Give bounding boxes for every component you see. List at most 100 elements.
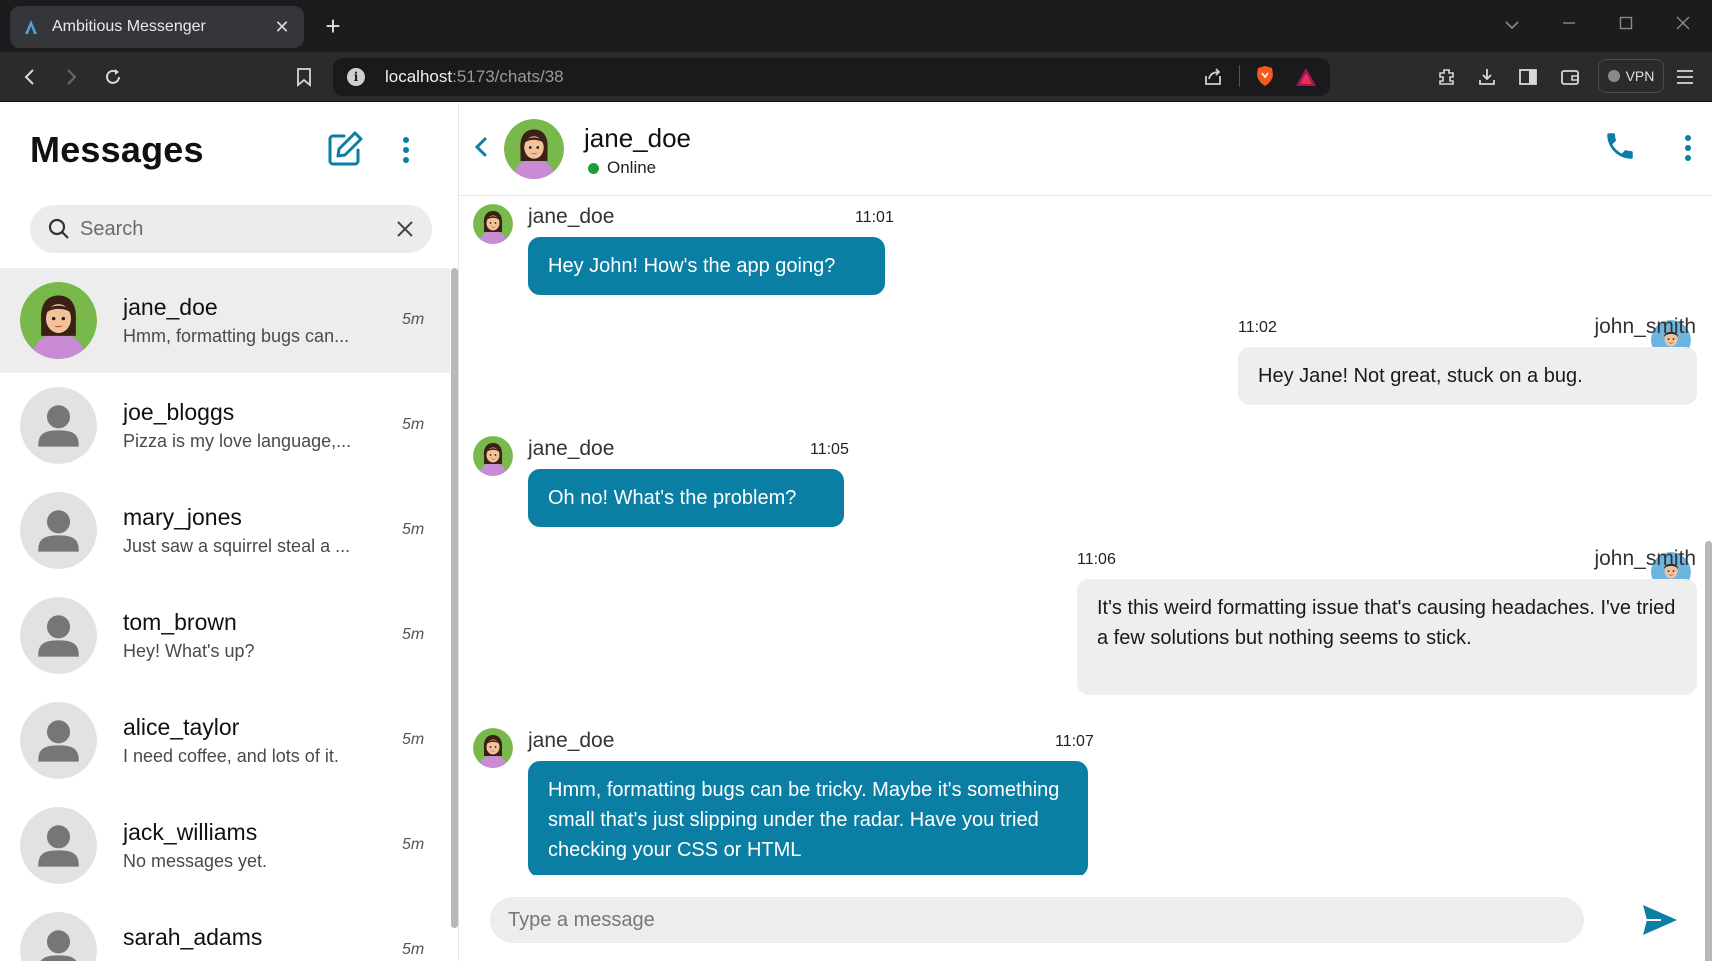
chat-sidebar: Messages Search jane_doe Hmm, formatting… bbox=[0, 103, 459, 961]
browser-tab[interactable]: Ambitious Messenger ✕ bbox=[10, 6, 304, 48]
new-tab-button[interactable]: + bbox=[318, 10, 348, 42]
contact-status: Online bbox=[588, 158, 656, 178]
sender-avatar bbox=[473, 204, 513, 244]
chat-preview: I need coffee, and lots of it. bbox=[123, 746, 339, 766]
chat-name: mary_jones bbox=[123, 504, 242, 530]
send-icon bbox=[1643, 905, 1677, 935]
messenger-app: Messages Search jane_doe Hmm, formatting… bbox=[0, 103, 1712, 961]
message-outgoing: john_smith 11:06 It's this weird formatt… bbox=[460, 539, 1712, 699]
chat-menu-button[interactable] bbox=[1678, 131, 1698, 165]
close-window-icon[interactable] bbox=[1663, 8, 1703, 40]
back-button[interactable] bbox=[472, 135, 492, 159]
address-bar[interactable]: i localhost:5173/chats/38 bbox=[333, 58, 1330, 96]
tab-search-icon[interactable] bbox=[1492, 8, 1532, 40]
message-outgoing: john_smith 11:02 Hey Jane! Not great, st… bbox=[460, 307, 1712, 407]
avatar bbox=[20, 597, 97, 674]
chat-list: jane_doe Hmm, formatting bugs can... 5m … bbox=[0, 268, 450, 961]
sidebar-scrollbar[interactable] bbox=[451, 268, 458, 928]
wallet-icon[interactable] bbox=[1554, 61, 1586, 93]
site-info-icon[interactable]: i bbox=[347, 68, 365, 86]
contact-avatar[interactable] bbox=[504, 119, 564, 179]
chat-list-item[interactable]: joe_bloggs Pizza is my love language,...… bbox=[0, 373, 450, 478]
message-incoming: jane_doe 11:07 Hmm, formatting bugs can … bbox=[460, 721, 1712, 875]
search-input[interactable]: Search bbox=[80, 218, 396, 241]
extensions-icon[interactable] bbox=[1431, 61, 1463, 93]
back-icon[interactable] bbox=[14, 61, 46, 93]
chat-preview: Hey! What's up? bbox=[123, 641, 255, 661]
message-bubble: It's this weird formatting issue that's … bbox=[1077, 579, 1697, 695]
message-composer bbox=[460, 883, 1712, 961]
message-bubble: Oh no! What's the problem? bbox=[528, 469, 844, 527]
sender-name: jane_doe bbox=[528, 729, 615, 752]
new-message-button[interactable] bbox=[326, 130, 364, 168]
more-vertical-icon bbox=[403, 137, 409, 163]
avatar bbox=[20, 387, 97, 464]
search-icon bbox=[48, 218, 69, 239]
sidebar-menu-button[interactable] bbox=[396, 133, 416, 167]
contact-name: jane_doe bbox=[584, 123, 691, 153]
brave-shields-icon[interactable] bbox=[1255, 65, 1275, 92]
message-incoming: jane_doe 11:01 Hey John! How's the app g… bbox=[460, 197, 1712, 297]
message-input[interactable] bbox=[490, 897, 1584, 943]
message-bubble: Hey Jane! Not great, stuck on a bug. bbox=[1238, 347, 1697, 405]
chat-time: 5m bbox=[402, 941, 425, 958]
chat-preview: Just saw a squirrel steal a ... bbox=[123, 536, 351, 556]
brave-rewards-icon[interactable] bbox=[1295, 67, 1317, 92]
chat-preview: Pizza is my love language,... bbox=[123, 431, 352, 451]
message-bubble: Hey John! How's the app going? bbox=[528, 237, 885, 295]
chat-list-item[interactable]: mary_jones Just saw a squirrel steal a .… bbox=[0, 478, 450, 583]
message-time: 11:05 bbox=[810, 441, 849, 458]
sidebar-title: Messages bbox=[30, 129, 204, 170]
clear-search-icon[interactable] bbox=[396, 220, 414, 238]
avatar bbox=[20, 702, 97, 779]
forward-icon[interactable] bbox=[55, 61, 87, 93]
tab-title: Ambitious Messenger bbox=[52, 18, 206, 35]
maximize-icon[interactable] bbox=[1606, 8, 1646, 40]
share-icon[interactable] bbox=[1203, 67, 1223, 92]
browser-menu-icon[interactable] bbox=[1669, 61, 1701, 93]
sender-name: jane_doe bbox=[528, 205, 615, 228]
tab-close-icon[interactable]: ✕ bbox=[272, 17, 292, 38]
chat-preview: No messages yet. bbox=[123, 851, 268, 871]
vpn-button[interactable]: VPN bbox=[1598, 59, 1664, 93]
browser-toolbar: i localhost:5173/chats/38 VPN bbox=[0, 52, 1712, 102]
sender-name: john_smith bbox=[1594, 547, 1696, 570]
chat-name: sarah_adams bbox=[123, 924, 263, 950]
chat-list-item[interactable]: alice_taylor I need coffee, and lots of … bbox=[0, 688, 450, 793]
message-bubble: Hmm, formatting bugs can be tricky. Mayb… bbox=[528, 761, 1088, 875]
message-incoming: jane_doe 11:05 Oh no! What's the problem… bbox=[460, 429, 1712, 529]
chat-name: tom_brown bbox=[123, 609, 237, 635]
chat-time: 5m bbox=[402, 521, 425, 538]
chat-name: jane_doe bbox=[123, 294, 218, 320]
sidebar-toggle-icon[interactable] bbox=[1512, 61, 1544, 93]
chat-header: jane_doe Online bbox=[460, 103, 1712, 196]
online-indicator-icon bbox=[588, 162, 599, 174]
chat-list-item[interactable]: tom_brown Hey! What's up? 5m bbox=[0, 583, 450, 688]
sender-avatar bbox=[473, 728, 513, 768]
chat-time: 5m bbox=[402, 626, 425, 643]
chat-list-item[interactable]: jack_williams No messages yet. 5m bbox=[0, 793, 450, 898]
chat-time: 5m bbox=[402, 836, 425, 853]
chat-list-item[interactable]: sarah_adams 5m bbox=[0, 898, 450, 961]
message-time: 11:07 bbox=[1055, 733, 1094, 750]
chat-preview: Hmm, formatting bugs can... bbox=[123, 326, 350, 346]
minimize-icon[interactable] bbox=[1549, 8, 1589, 40]
reload-icon[interactable] bbox=[97, 61, 129, 93]
chevron-left-icon bbox=[474, 137, 487, 157]
phone-icon bbox=[1607, 133, 1633, 159]
chat-name: jack_williams bbox=[123, 819, 258, 845]
bookmark-icon[interactable] bbox=[288, 61, 320, 93]
vpn-status-icon bbox=[1607, 70, 1620, 82]
send-button[interactable] bbox=[1641, 903, 1679, 937]
chat-list-item[interactable]: jane_doe Hmm, formatting bugs can... 5m bbox=[0, 268, 450, 373]
message-list: jane_doe 11:01 Hey John! How's the app g… bbox=[460, 197, 1712, 875]
avatar bbox=[20, 282, 97, 359]
chat-time: 5m bbox=[402, 416, 425, 433]
chat-time: 5m bbox=[402, 731, 425, 748]
call-button[interactable] bbox=[1603, 129, 1637, 163]
message-time: 11:01 bbox=[855, 209, 894, 226]
sender-avatar bbox=[473, 436, 513, 476]
chat-name: alice_taylor bbox=[123, 714, 240, 740]
downloads-icon[interactable] bbox=[1471, 61, 1503, 93]
search-bar[interactable]: Search bbox=[30, 205, 432, 253]
